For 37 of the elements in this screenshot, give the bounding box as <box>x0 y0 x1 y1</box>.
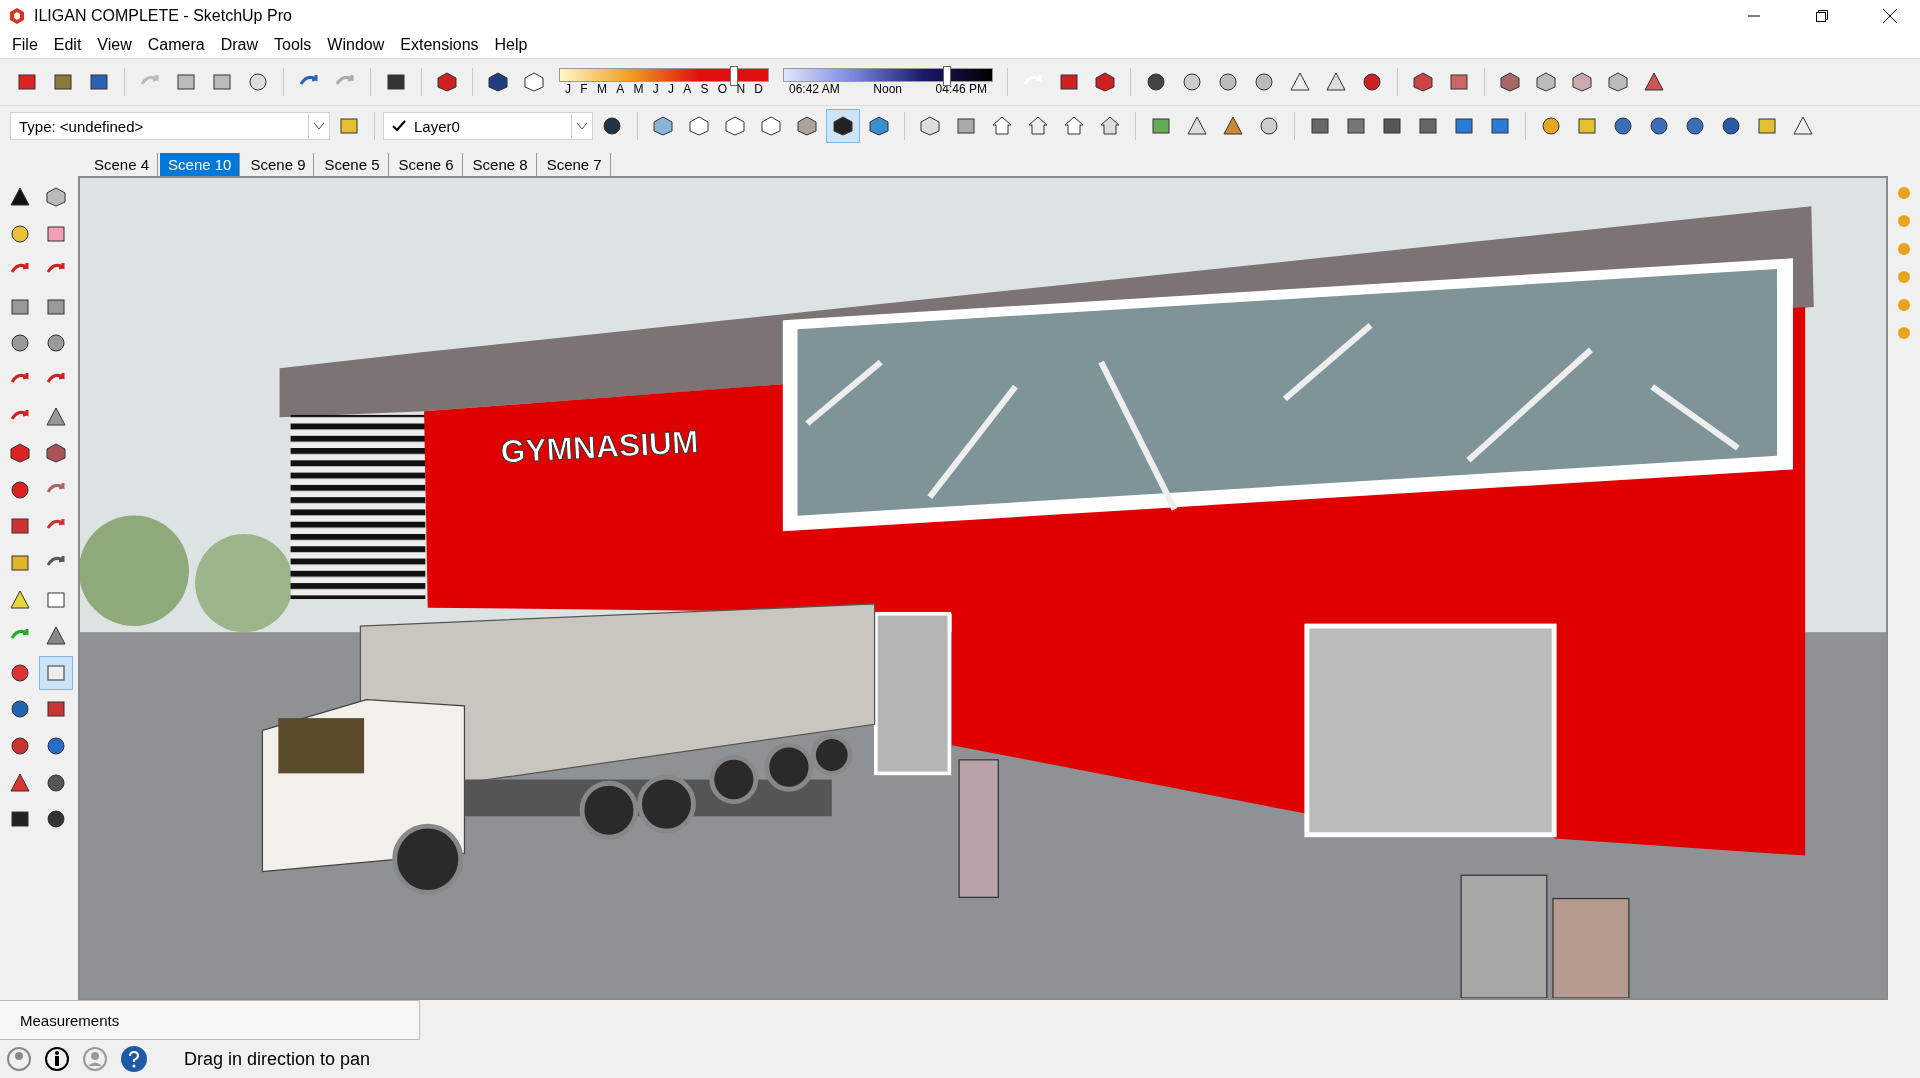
menu-item[interactable]: Edit <box>45 36 90 54</box>
menu-item[interactable]: File <box>4 36 46 54</box>
month-label: A <box>683 82 692 96</box>
month-label: A <box>616 82 625 96</box>
month-label: J <box>565 82 571 96</box>
menu-item[interactable]: View <box>89 36 140 54</box>
month-label: M <box>596 82 607 96</box>
month-label: J <box>652 82 659 96</box>
scene-tab[interactable]: Scene 10 <box>160 153 241 176</box>
menu-item[interactable]: Window <box>319 36 393 54</box>
month-label: O <box>717 82 728 96</box>
time-label: 04:46 PM <box>935 82 987 96</box>
window-title: ILIGAN COMPLETE - SketchUp Pro <box>34 7 293 25</box>
time-label: Noon <box>873 82 902 96</box>
menu-item[interactable]: Help <box>486 36 536 54</box>
time-label: 06:42 AM <box>789 82 840 96</box>
month-label: J <box>667 82 674 96</box>
time-slider-thumb[interactable] <box>943 66 952 86</box>
close-icon[interactable] <box>1883 9 1897 23</box>
month-label: S <box>700 82 709 96</box>
menu-item[interactable]: Draw <box>212 36 266 54</box>
building-sign: GYMNASIUM <box>499 423 700 470</box>
info-person-icon[interactable] <box>44 1046 70 1072</box>
model-viewport[interactable]: GYMNASIUM <box>78 176 1888 1000</box>
menu-item[interactable]: Camera <box>139 36 213 54</box>
month-label: D <box>754 82 763 96</box>
app-logo-icon <box>8 7 26 25</box>
measurements-label: Measurements <box>20 1011 120 1029</box>
menu-item[interactable]: Extensions <box>392 36 487 54</box>
menu-item[interactable]: Tools <box>266 36 320 54</box>
help-icon[interactable] <box>120 1045 148 1073</box>
month-label: F <box>580 82 588 96</box>
restore-icon[interactable] <box>1816 10 1828 22</box>
status-hint: Drag in direction to pan <box>184 1048 371 1070</box>
month-label: M <box>633 82 644 96</box>
geolocation-icon[interactable] <box>6 1046 32 1072</box>
date-slider-thumb[interactable] <box>729 66 738 86</box>
